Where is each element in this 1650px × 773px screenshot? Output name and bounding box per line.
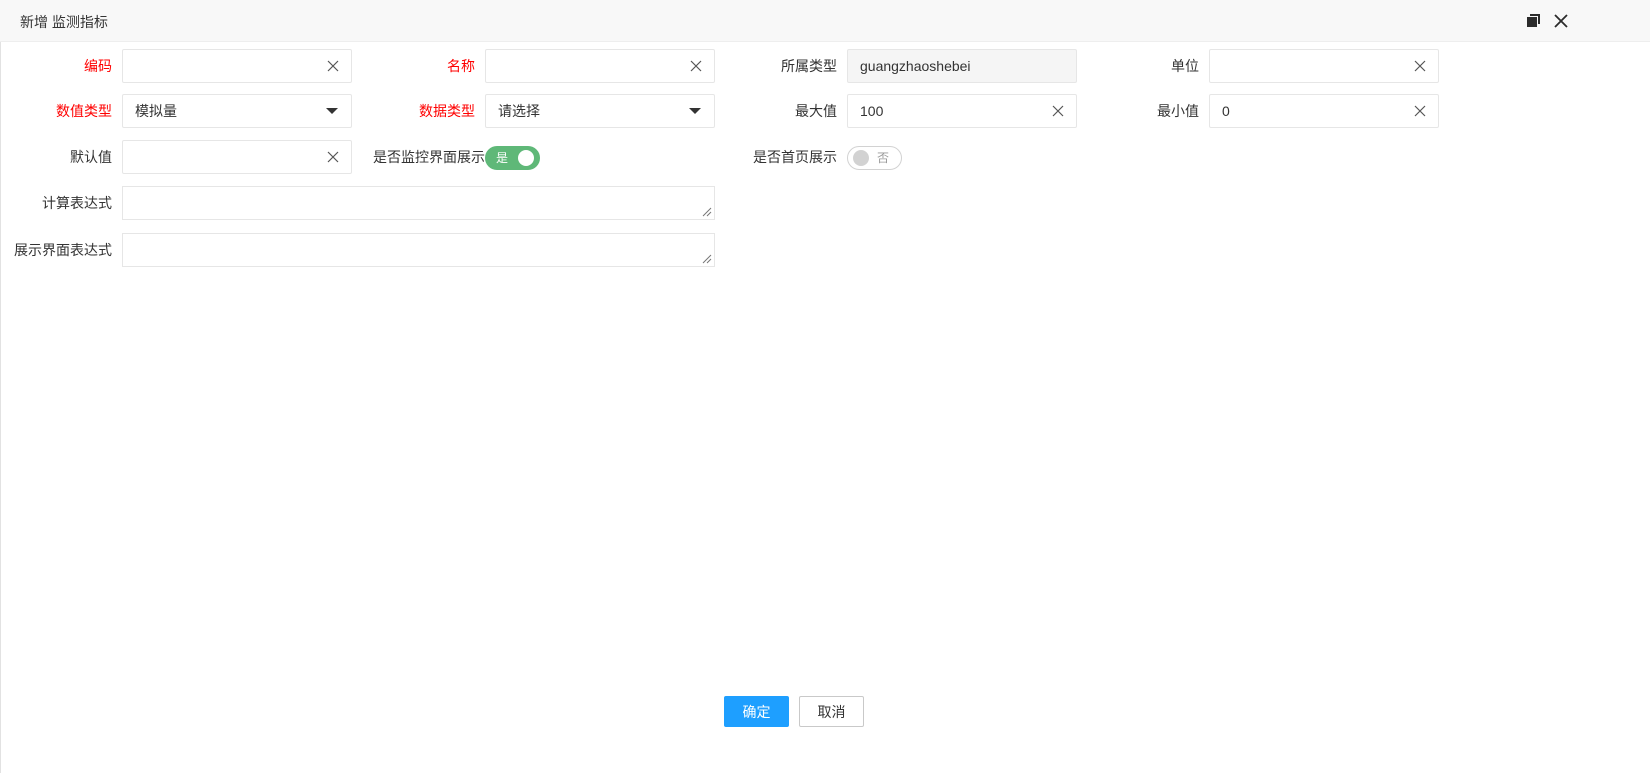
max-value: 100 <box>860 103 884 119</box>
data-type-selected: 请选择 <box>498 103 540 119</box>
show-home-label: 是否首页展示 <box>753 149 837 165</box>
close-x-icon[interactable] <box>1413 104 1427 118</box>
show-home-switch[interactable]: 否 <box>847 146 902 170</box>
value-type-label: 数值类型 <box>56 103 112 119</box>
close-icon[interactable] <box>1553 13 1569 29</box>
dialog-title: 新增 监测指标 <box>20 14 108 30</box>
code-label: 编码 <box>84 58 112 74</box>
data-type-select[interactable]: 请选择 <box>485 94 715 128</box>
value-type-selected: 模拟量 <box>135 103 177 119</box>
triangle-down-icon <box>326 108 338 114</box>
display-expr-textarea[interactable] <box>122 233 715 267</box>
maximize-icon[interactable] <box>1526 13 1542 29</box>
resize-grip-icon[interactable] <box>701 253 712 264</box>
calc-expr-label: 计算表达式 <box>42 195 112 211</box>
unit-label: 单位 <box>1171 58 1199 74</box>
calc-expr-textarea[interactable] <box>122 186 715 220</box>
name-label: 名称 <box>447 58 475 74</box>
close-x-icon[interactable] <box>1051 104 1065 118</box>
name-input[interactable] <box>485 49 715 83</box>
max-label: 最大值 <box>795 103 837 119</box>
close-x-icon[interactable] <box>326 59 340 73</box>
switch-knob <box>853 150 869 166</box>
dialog-titlebar: 新增 监测指标 <box>0 0 1650 42</box>
triangle-down-icon <box>689 108 701 114</box>
show-monitor-label: 是否监控界面展示 <box>373 149 485 165</box>
close-x-icon[interactable] <box>689 59 703 73</box>
category-input: guangzhaoshebei <box>847 49 1077 83</box>
show-monitor-switch[interactable]: 是 <box>485 146 540 170</box>
data-type-label: 数据类型 <box>419 103 475 119</box>
category-label: 所属类型 <box>781 58 837 74</box>
display-expr-label: 展示界面表达式 <box>14 242 112 258</box>
add-metric-dialog: 新增 监测指标 编码 名称 所属类型 guangzhaoshebei 单位 数值… <box>0 0 1650 773</box>
unit-input[interactable] <box>1209 49 1439 83</box>
min-input[interactable]: 0 <box>1209 94 1439 128</box>
show-monitor-state: 是 <box>496 151 509 165</box>
confirm-button[interactable]: 确定 <box>724 696 789 727</box>
code-input[interactable] <box>122 49 352 83</box>
max-input[interactable]: 100 <box>847 94 1077 128</box>
close-x-icon[interactable] <box>1413 59 1427 73</box>
default-input[interactable] <box>122 140 352 174</box>
close-x-icon[interactable] <box>326 150 340 164</box>
cancel-button[interactable]: 取消 <box>799 696 864 727</box>
switch-knob <box>518 150 534 166</box>
value-type-select[interactable]: 模拟量 <box>122 94 352 128</box>
category-value: guangzhaoshebei <box>860 58 971 74</box>
min-label: 最小值 <box>1157 103 1199 119</box>
min-value: 0 <box>1222 103 1230 119</box>
default-label: 默认值 <box>70 149 112 165</box>
show-home-state: 否 <box>876 151 889 165</box>
resize-grip-icon[interactable] <box>701 206 712 217</box>
